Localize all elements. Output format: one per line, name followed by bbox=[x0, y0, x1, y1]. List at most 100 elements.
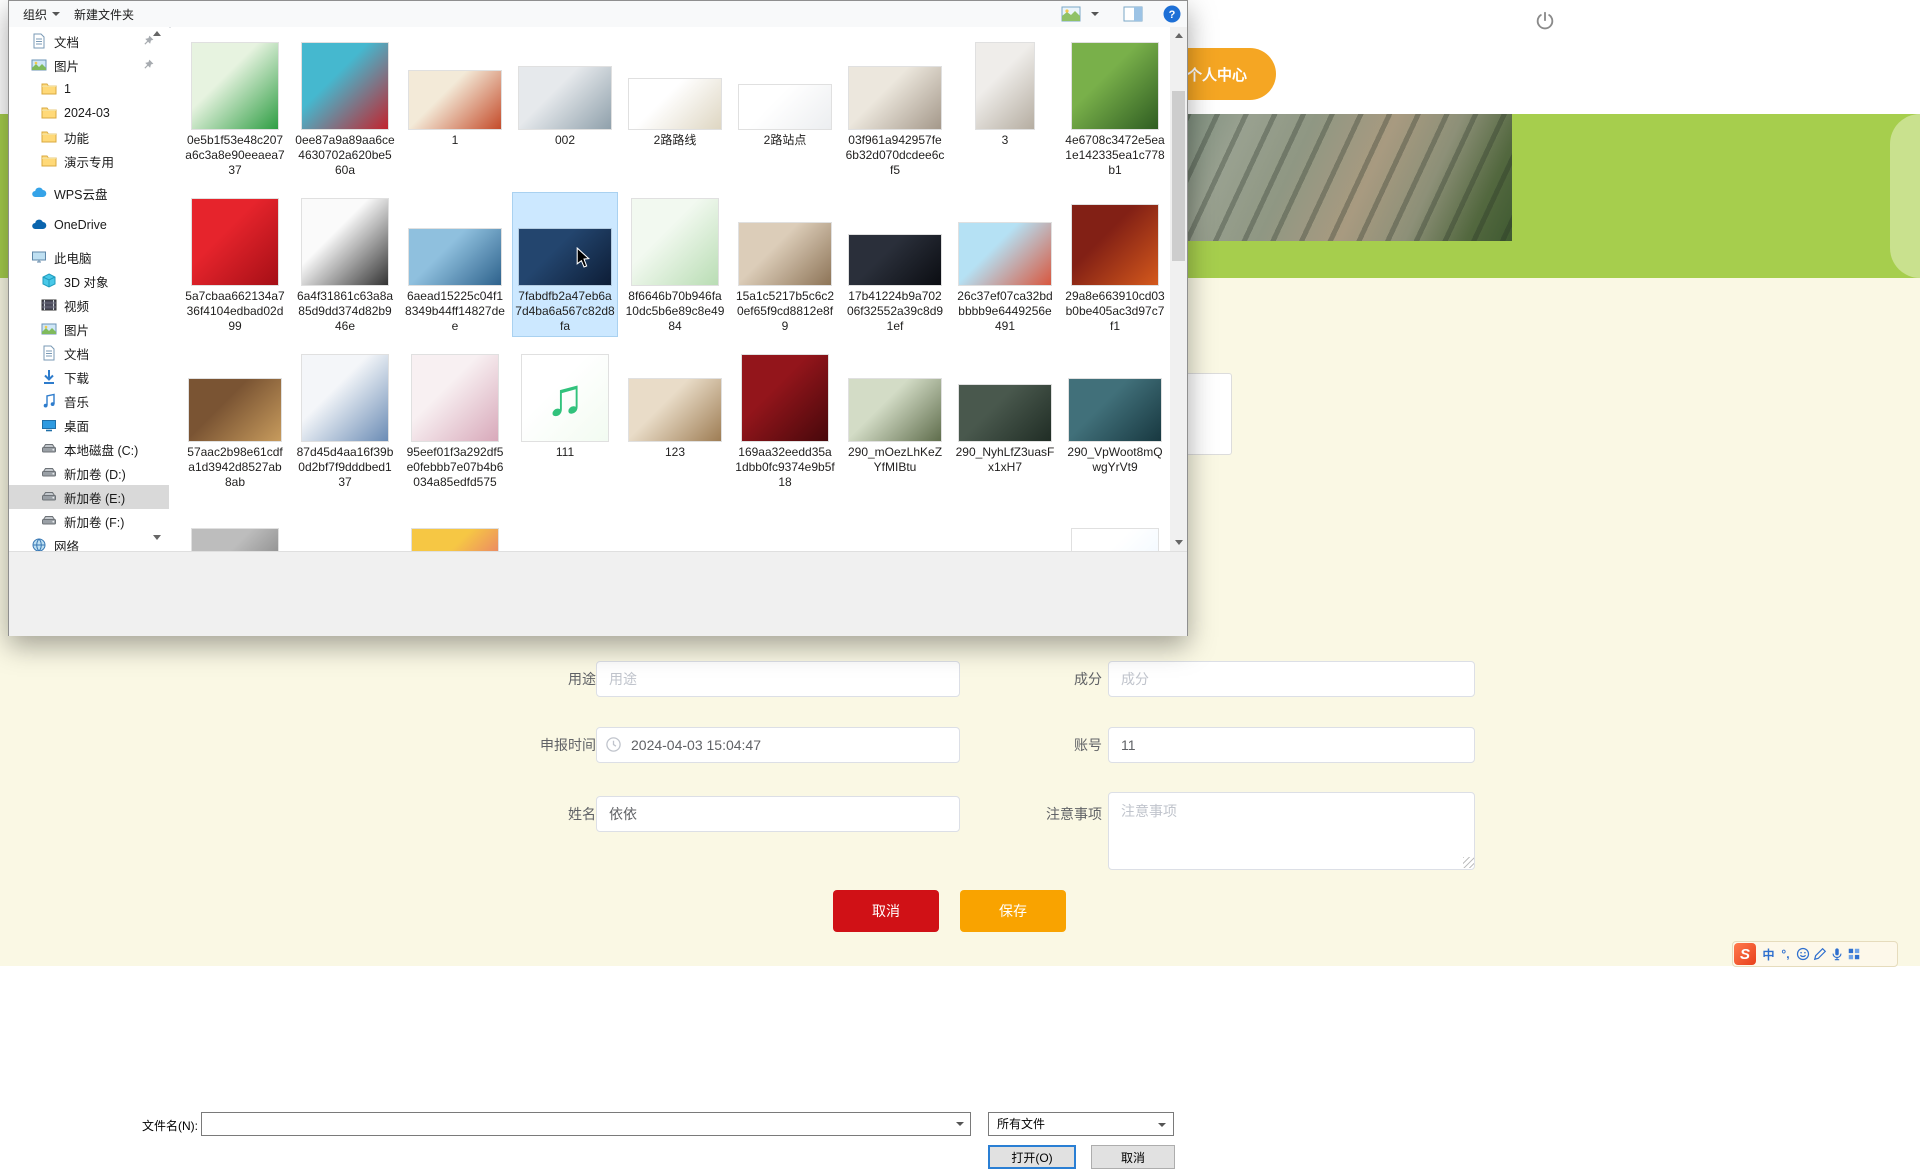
file-item[interactable]: 1 bbox=[403, 37, 507, 150]
file-item[interactable] bbox=[623, 507, 727, 551]
new-folder-button[interactable]: 新建文件夹 bbox=[74, 6, 134, 23]
file-item[interactable]: 15a1c5217b5c6c20ef65f9cd8812e8f9 bbox=[733, 193, 837, 336]
sidebar-item-2024-03[interactable]: 2024-03 bbox=[9, 101, 169, 125]
sidebar-scroll-down-icon[interactable] bbox=[153, 535, 161, 540]
file-item[interactable]: 5a7cbaa662134a736f4104edbad02d99 bbox=[183, 193, 287, 336]
file-item[interactable]: 7fabdfb2a47eb6a7d4ba6a567c82d8fa bbox=[512, 192, 618, 337]
file-item[interactable] bbox=[953, 507, 1057, 551]
file-item[interactable]: 002 bbox=[513, 37, 617, 150]
file-item[interactable]: 0ee87a9a89aa6ce4630702a620be560a bbox=[293, 37, 397, 180]
file-item[interactable]: 6a4f31861c63a8a85d9dd374d82b946e bbox=[293, 193, 397, 336]
mouse-cursor bbox=[576, 247, 591, 268]
scroll-down-icon[interactable] bbox=[1170, 534, 1187, 551]
mic-icon[interactable] bbox=[1828, 947, 1845, 961]
form-input-账号[interactable] bbox=[1108, 727, 1475, 763]
file-item[interactable]: 290_VpWoot8mQwgYrVt9 bbox=[1063, 349, 1167, 477]
form-label-申报时间: 申报时间 bbox=[540, 737, 596, 753]
file-item[interactable] bbox=[733, 507, 837, 551]
file-name: 3 bbox=[1001, 133, 1009, 147]
file-item[interactable] bbox=[403, 507, 507, 551]
filename-input[interactable] bbox=[201, 1112, 971, 1136]
dialog-cancel-button[interactable]: 取消 bbox=[1091, 1145, 1175, 1169]
preview-pane-icon[interactable] bbox=[1123, 6, 1143, 22]
organize-menu[interactable]: 组织 bbox=[23, 6, 61, 23]
file-item[interactable]: 2路路线 bbox=[623, 37, 727, 150]
form-input-姓名[interactable] bbox=[596, 796, 960, 832]
sidebar-item-图片[interactable]: 图片 bbox=[9, 317, 169, 341]
file-item[interactable]: 03f961a942957fe6b32d070dcdee6cf5 bbox=[843, 37, 947, 180]
form-cancel-button[interactable]: 取消 bbox=[833, 890, 939, 932]
sidebar-item-WPS云盘[interactable]: WPS云盘 bbox=[9, 181, 169, 205]
file-item[interactable]: 290_mOezLhKeZYfMIBtu bbox=[843, 349, 947, 477]
file-item[interactable]: 29a8e663910cd03b0be405ac3d97c7f1 bbox=[1063, 193, 1167, 336]
textarea-resize-grip[interactable] bbox=[1463, 857, 1474, 868]
sidebar-scroll-up-icon[interactable] bbox=[153, 31, 161, 36]
form-input-注意事项[interactable] bbox=[1108, 792, 1475, 870]
sidebar-item-此电脑[interactable]: 此电脑 bbox=[9, 245, 169, 269]
punctuation-icon[interactable]: °, bbox=[1777, 947, 1794, 961]
power-icon[interactable] bbox=[1534, 10, 1556, 32]
emoji-icon[interactable] bbox=[1794, 947, 1811, 961]
sidebar-item-桌面[interactable]: 桌面 bbox=[9, 413, 169, 437]
help-icon[interactable]: ? bbox=[1163, 5, 1181, 23]
file-item[interactable]: 26c37ef07ca32bdbbbb9e6449256e491 bbox=[953, 193, 1057, 336]
file-item[interactable]: 4e6708c3472e5ea1e142335ea1c778b1 bbox=[1063, 37, 1167, 180]
file-item[interactable]: 8f6646b70b946fa10dc5b6e89c8e4984 bbox=[623, 193, 727, 336]
sidebar-item-3D 对象[interactable]: 3D 对象 bbox=[9, 269, 169, 293]
sidebar-item-视频[interactable]: 视频 bbox=[9, 293, 169, 317]
sidebar-item-文档[interactable]: 文档 bbox=[9, 29, 169, 53]
file-thumbnail bbox=[629, 79, 721, 129]
file-item[interactable] bbox=[843, 507, 947, 551]
file-item[interactable]: 290_NyhLfZ3uasFx1xH7 bbox=[953, 349, 1057, 477]
file-item[interactable] bbox=[293, 507, 397, 551]
file-item[interactable] bbox=[183, 507, 287, 551]
form-input-申报时间[interactable] bbox=[596, 727, 960, 763]
form-input-用途[interactable] bbox=[596, 661, 960, 697]
file-item[interactable]: 87d45d4aa16f39b0d2bf7f9dddbed137 bbox=[293, 349, 397, 492]
change-view-icon[interactable] bbox=[1061, 6, 1081, 22]
file-name: 123 bbox=[664, 445, 686, 459]
sidebar-item-本地磁盘 (C:)[interactable]: 本地磁盘 (C:) bbox=[9, 437, 169, 461]
sidebar-item-新加卷 (D:)[interactable]: 新加卷 (D:) bbox=[9, 461, 169, 485]
file-thumbnail bbox=[412, 355, 498, 441]
filetype-select[interactable]: 所有文件 bbox=[988, 1112, 1174, 1136]
scroll-up-icon[interactable] bbox=[1170, 27, 1187, 44]
file-item[interactable]: ♫ 111 bbox=[513, 349, 617, 462]
views-dropdown-caret-icon[interactable] bbox=[1091, 12, 1099, 16]
sidebar-item-文档[interactable]: 文档 bbox=[9, 341, 169, 365]
sidebar-item-演示专用[interactable]: 演示专用 bbox=[9, 149, 169, 173]
file-item[interactable]: 95eef01f3a292df5e0febbb7e07b4b6034a85edf… bbox=[403, 349, 507, 492]
file-grid-scrollbar[interactable] bbox=[1170, 27, 1187, 551]
file-item[interactable]: 2路站点 bbox=[733, 37, 837, 150]
form-save-button[interactable]: 保存 bbox=[960, 890, 1066, 932]
file-item[interactable]: 6aead15225c04f18349b44ff14827dee bbox=[403, 193, 507, 336]
sidebar-item-新加卷 (E:)[interactable]: 新加卷 (E:) bbox=[9, 485, 169, 509]
file-item[interactable]: 17b41224b9a70206f32552a39c8d91ef bbox=[843, 193, 947, 336]
sidebar-item-功能[interactable]: 功能 bbox=[9, 125, 169, 149]
chinese-mode-icon[interactable]: 中 bbox=[1760, 946, 1777, 963]
file-item[interactable]: 3 bbox=[953, 37, 1057, 150]
sidebar-item-网络[interactable]: 网络 bbox=[9, 533, 169, 551]
filename-label: 文件名(N): bbox=[142, 1119, 198, 1133]
file-item[interactable]: 57aac2b98e61cdfa1d3942d8527ab8ab bbox=[183, 349, 287, 492]
sidebar-item-OneDrive[interactable]: OneDrive bbox=[9, 213, 169, 237]
sidebar-item-音乐[interactable]: 音乐 bbox=[9, 389, 169, 413]
file-thumbnail bbox=[1069, 379, 1161, 441]
sidebar-item-图片[interactable]: 图片 bbox=[9, 53, 169, 77]
file-item[interactable]: 123 bbox=[623, 349, 727, 462]
toolbox-icon[interactable] bbox=[1845, 947, 1862, 961]
sidebar-item-下载[interactable]: 下载 bbox=[9, 365, 169, 389]
scrollbar-thumb[interactable] bbox=[1172, 91, 1185, 261]
sidebar-item-label: 新加卷 (D:) bbox=[64, 467, 126, 482]
file-item[interactable]: ◔ bbox=[1063, 507, 1167, 551]
form-input-成分[interactable] bbox=[1108, 661, 1475, 697]
sogou-logo-icon[interactable]: S bbox=[1734, 943, 1756, 965]
sidebar-item-1[interactable]: 1 bbox=[9, 77, 169, 101]
filename-combo-caret-icon[interactable] bbox=[956, 1122, 964, 1126]
cube-icon bbox=[41, 273, 57, 289]
open-button[interactable]: 打开(O) bbox=[988, 1145, 1076, 1169]
pencil-icon[interactable] bbox=[1811, 947, 1828, 961]
file-item[interactable]: 169aa32eedd35a1dbb0fc9374e9b5f18 bbox=[733, 349, 837, 492]
file-item[interactable]: 0e5b1f53e48c207a6c3a8e90eeaea737 bbox=[183, 37, 287, 180]
sidebar-item-新加卷 (F:)[interactable]: 新加卷 (F:) bbox=[9, 509, 169, 533]
